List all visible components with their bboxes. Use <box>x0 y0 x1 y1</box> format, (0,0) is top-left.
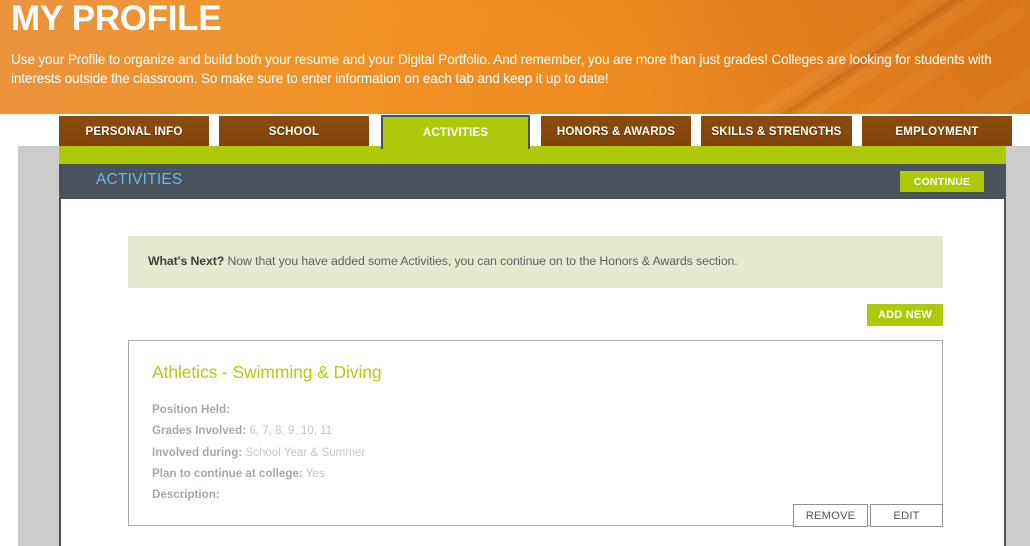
tab-employment[interactable]: EMPLOYMENT <box>862 116 1012 148</box>
section-header-bar <box>59 164 1006 199</box>
whats-next-panel: What's Next? Now that you have added som… <box>128 236 943 288</box>
activity-field-row: Grades Involved: 6, 7, 8, 9, 10, 11 <box>152 420 752 441</box>
activity-title: Athletics - Swimming & Diving <box>152 362 382 383</box>
activity-field-row: Position Held: <box>152 399 752 420</box>
hero-banner: MY PROFILE Use your Profile to organize … <box>0 0 1030 114</box>
field-label: Description: <box>152 488 220 501</box>
whats-next-heading: What's Next? <box>148 254 224 268</box>
field-value: Yes <box>306 467 325 480</box>
field-label: Position Held: <box>152 403 230 416</box>
activity-card: Athletics - Swimming & Diving Position H… <box>128 340 943 526</box>
tab-personal-info[interactable]: PERSONAL INFO <box>59 116 209 148</box>
field-label: Involved during: <box>152 446 242 459</box>
tab-school[interactable]: SCHOOL <box>219 116 369 148</box>
page-title: MY PROFILE <box>11 0 221 40</box>
tab-honors-awards[interactable]: HONORS & AWARDS <box>541 116 691 148</box>
right-gutter <box>1006 146 1030 546</box>
whats-next-text: What's Next? Now that you have added som… <box>148 252 738 270</box>
activity-field-row: Plan to continue at college: Yes <box>152 463 752 484</box>
tab-skills-strengths[interactable]: SKILLS & STRENGTHS <box>701 116 852 148</box>
tab-accent-bar <box>59 146 1012 164</box>
activity-field-row: Involved during: School Year & Summer <box>152 442 752 463</box>
activity-field-list: Position Held: Grades Involved: 6, 7, 8,… <box>152 399 752 505</box>
tab-bar: PERSONAL INFO SCHOOL ACTIVITIES HONORS &… <box>0 116 1030 148</box>
whats-next-body: Now that you have added some Activities,… <box>228 254 738 268</box>
section-title: ACTIVITIES <box>96 171 182 189</box>
field-value: School Year & Summer <box>245 446 365 459</box>
edit-button[interactable]: EDIT <box>870 504 943 527</box>
field-value: 6, 7, 8, 9, 10, 11 <box>249 424 332 437</box>
continue-button[interactable]: CONTINUE <box>900 171 984 192</box>
activity-card-actions: REMOVE EDIT <box>793 504 943 527</box>
field-label: Plan to continue at college: <box>152 467 303 480</box>
remove-button[interactable]: REMOVE <box>793 504 868 527</box>
field-label: Grades Involved: <box>152 424 246 437</box>
left-gutter <box>18 146 59 546</box>
add-new-button[interactable]: ADD NEW <box>867 304 943 326</box>
activity-field-row: Description: <box>152 484 752 505</box>
page-subtitle: Use your Profile to organize and build b… <box>11 50 1017 88</box>
page-root: MY PROFILE Use your Profile to organize … <box>0 0 1030 546</box>
tab-activities[interactable]: ACTIVITIES <box>381 115 530 149</box>
